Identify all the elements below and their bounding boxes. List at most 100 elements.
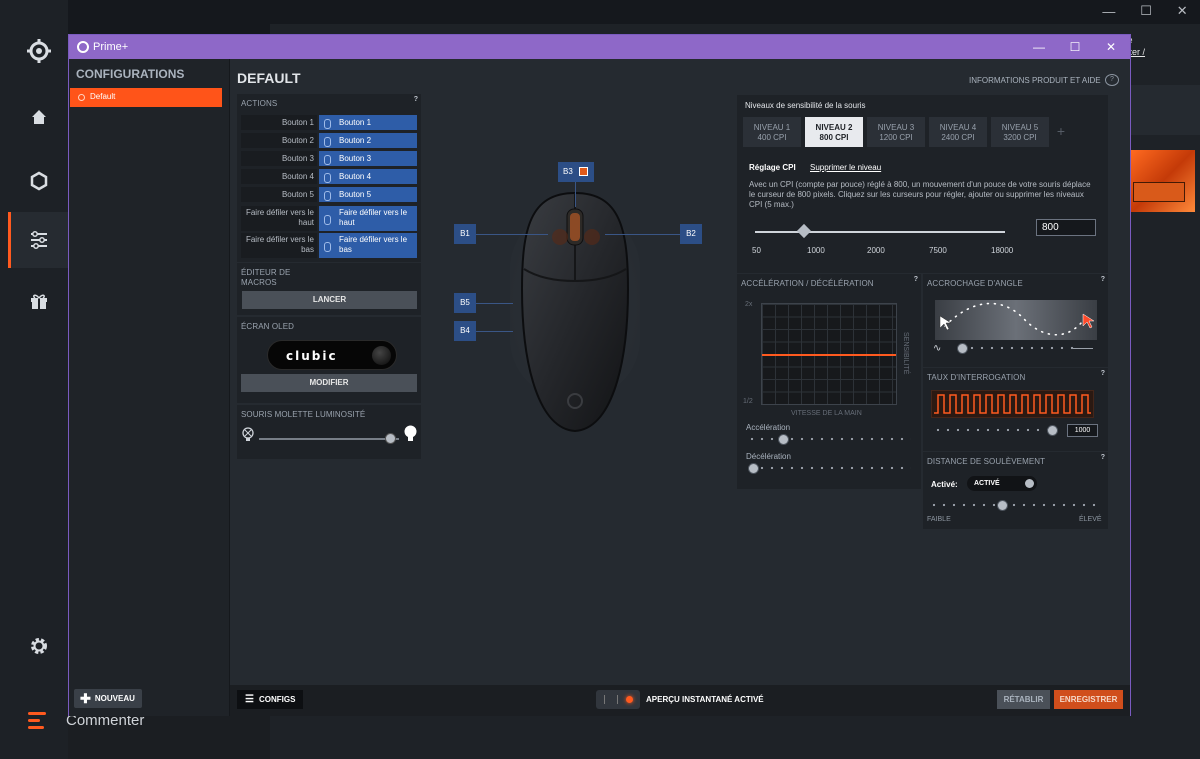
cpi-tick: 50 bbox=[752, 246, 761, 255]
polling-slider-thumb[interactable] bbox=[1047, 425, 1058, 436]
close-icon[interactable]: ✕ bbox=[1177, 3, 1188, 19]
angle-snapping-graph bbox=[935, 300, 1097, 340]
close-button[interactable]: ✕ bbox=[1103, 39, 1119, 55]
promo-card[interactable] bbox=[1131, 150, 1195, 212]
cpi-level-tab[interactable]: NIVEAU 5 3200 CPI bbox=[991, 117, 1049, 147]
lift-off-slider-track[interactable] bbox=[929, 502, 1101, 508]
brightness-slider-track[interactable] bbox=[259, 438, 399, 440]
add-cpi-level-button[interactable]: + bbox=[1050, 117, 1072, 147]
deceleration-label: Décélération bbox=[746, 452, 791, 461]
help-icon[interactable]: ? bbox=[1101, 370, 1105, 377]
cpi-settings-tab[interactable]: Réglage CPI bbox=[749, 163, 796, 172]
gear-icon[interactable] bbox=[24, 631, 54, 661]
action-assignment-button[interactable]: Faire défiler vers le bas bbox=[319, 233, 417, 258]
help-icon[interactable]: ? bbox=[1101, 276, 1105, 283]
mouse-button-b2[interactable]: B2 bbox=[680, 224, 702, 244]
wheel-brightness-panel: SOURIS MOLETTE LUMINOSITÉ bbox=[237, 405, 421, 459]
actions-title: ACTIONS bbox=[241, 99, 278, 108]
maximize-button[interactable]: ☐ bbox=[1067, 39, 1083, 55]
action-assignment-button[interactable]: Bouton 2 bbox=[319, 133, 417, 148]
polling-rate-panel: TAUX D'INTERROGATION ? 1000 bbox=[923, 368, 1108, 451]
wave-icon: ∿ bbox=[933, 343, 942, 354]
cpi-title: Niveaux de sensibilité de la souris bbox=[745, 101, 866, 110]
action-assignment-button[interactable]: Bouton 1 bbox=[319, 115, 417, 130]
reset-button[interactable]: RÉTABLIR bbox=[997, 690, 1050, 709]
live-preview-toggle[interactable] bbox=[596, 690, 640, 709]
help-icon[interactable]: ? bbox=[414, 96, 418, 103]
angle-slider-track[interactable] bbox=[957, 345, 1077, 351]
macros-title: ÉDITEUR DE MACROS bbox=[241, 268, 291, 287]
cpi-description: Avec un CPI (compte par pouce) réglé à 8… bbox=[749, 180, 1091, 209]
lift-off-toggle[interactable]: ACTIVÉ bbox=[967, 476, 1037, 491]
steelseries-logo-icon[interactable] bbox=[24, 36, 54, 66]
action-row-label: Bouton 2 bbox=[241, 133, 317, 148]
cpi-tab-level: NIVEAU 2 bbox=[815, 123, 853, 132]
mouse-button-b3[interactable]: B3 bbox=[558, 162, 594, 182]
acceleration-slider-thumb[interactable] bbox=[778, 434, 789, 445]
cpi-level-tab[interactable]: NIVEAU 1 400 CPI bbox=[743, 117, 801, 147]
cpi-slider-thumb[interactable] bbox=[796, 223, 812, 239]
window-titlebar[interactable]: Prime+ — ☐ ✕ bbox=[69, 35, 1130, 59]
cpi-level-tab[interactable]: NIVEAU 4 2400 CPI bbox=[929, 117, 987, 147]
action-assignment-button[interactable]: Bouton 4 bbox=[319, 169, 417, 184]
cpi-tab-value: 2400 CPI bbox=[941, 133, 975, 142]
lift-off-toggle-label: ACTIVÉ bbox=[974, 480, 1000, 487]
mouse-button-b1[interactable]: B1 bbox=[454, 224, 476, 244]
acceleration-slider-track[interactable] bbox=[747, 436, 911, 442]
acceleration-curve bbox=[762, 354, 896, 356]
action-row-label: Faire défiler vers le haut bbox=[241, 206, 317, 231]
angle-slider-thumb[interactable] bbox=[957, 343, 968, 354]
product-info-link[interactable]: INFORMATIONS PRODUIT ET AIDE bbox=[969, 76, 1101, 85]
launch-macro-button[interactable]: LANCER bbox=[242, 291, 417, 309]
sliders-icon[interactable] bbox=[24, 225, 54, 255]
new-config-button[interactable]: ✚ NOUVEAU bbox=[74, 689, 142, 708]
action-row: Bouton 5 Bouton 5 bbox=[241, 187, 417, 202]
configurations-heading: CONFIGURATIONS bbox=[76, 67, 185, 81]
cpi-tab-level: NIVEAU 5 bbox=[1001, 123, 1039, 132]
deceleration-slider-track[interactable] bbox=[747, 465, 911, 471]
maximize-icon[interactable]: ☐ bbox=[1140, 3, 1152, 19]
edit-oled-button[interactable]: MODIFIER bbox=[241, 374, 417, 392]
oled-screen-text: clubic bbox=[286, 349, 338, 363]
home-icon[interactable] bbox=[24, 102, 54, 132]
help-icon[interactable]: ? bbox=[1101, 454, 1105, 461]
action-assignment-button[interactable]: Bouton 5 bbox=[319, 187, 417, 202]
live-preview-label: APERÇU INSTANTANÉ ACTIVÉ bbox=[646, 695, 764, 704]
menu-icon[interactable] bbox=[28, 712, 48, 730]
promo-card-frame bbox=[1133, 182, 1185, 202]
cpi-value-input[interactable]: 800 bbox=[1036, 219, 1096, 236]
cpi-level-tab[interactable]: NIVEAU 2 800 CPI bbox=[805, 117, 863, 147]
action-row: Faire défiler vers le bas Faire défiler v… bbox=[241, 233, 417, 258]
polling-slider-track[interactable] bbox=[933, 427, 1057, 433]
steelseries-logo-icon bbox=[77, 41, 89, 53]
polling-rate-value[interactable]: 1000 bbox=[1067, 424, 1098, 437]
bulb-off-icon bbox=[241, 427, 255, 443]
help-chat-icon[interactable]: ? bbox=[1105, 74, 1119, 86]
minimize-icon[interactable]: — bbox=[1102, 4, 1115, 19]
config-item-default[interactable]: Default bbox=[70, 88, 222, 107]
cpi-slider-track[interactable] bbox=[755, 231, 1005, 233]
deceleration-slider-thumb[interactable] bbox=[748, 463, 759, 474]
help-icon[interactable]: ? bbox=[914, 276, 918, 283]
minimize-button[interactable]: — bbox=[1031, 39, 1047, 55]
toggle-grip-icon bbox=[604, 695, 618, 704]
save-button[interactable]: ENREGISTRER bbox=[1054, 690, 1123, 709]
cpi-level-tab[interactable]: NIVEAU 3 1200 CPI bbox=[867, 117, 925, 147]
oled-knob-graphic bbox=[372, 346, 391, 365]
cpi-tick: 18000 bbox=[991, 246, 1014, 255]
gift-icon[interactable] bbox=[24, 286, 54, 316]
mouse-button-b4[interactable]: B4 bbox=[454, 321, 476, 341]
action-assignment-button[interactable]: Faire défiler vers le haut bbox=[319, 206, 417, 231]
mouse-button-b5[interactable]: B5 bbox=[454, 293, 476, 313]
brightness-slider-thumb[interactable] bbox=[385, 433, 396, 444]
bulb-on-icon bbox=[403, 425, 417, 443]
lift-off-slider-thumb[interactable] bbox=[997, 500, 1008, 511]
hexagon-icon[interactable] bbox=[24, 166, 54, 196]
delete-level-link[interactable]: Supprimer le niveau bbox=[810, 163, 881, 172]
action-assignment-button[interactable]: Bouton 3 bbox=[319, 151, 417, 166]
oled-panel: ÉCRAN OLED clubic MODIFIER bbox=[237, 317, 421, 403]
prime-window: Prime+ — ☐ ✕ CONFIGURATIONS Default ✚ NO… bbox=[68, 34, 1131, 716]
configs-button[interactable]: ☰ CONFIGS bbox=[237, 690, 303, 709]
lift-off-high-label: ÉLEVÉ bbox=[1079, 516, 1102, 523]
page-title: DEFAULT bbox=[237, 70, 301, 86]
